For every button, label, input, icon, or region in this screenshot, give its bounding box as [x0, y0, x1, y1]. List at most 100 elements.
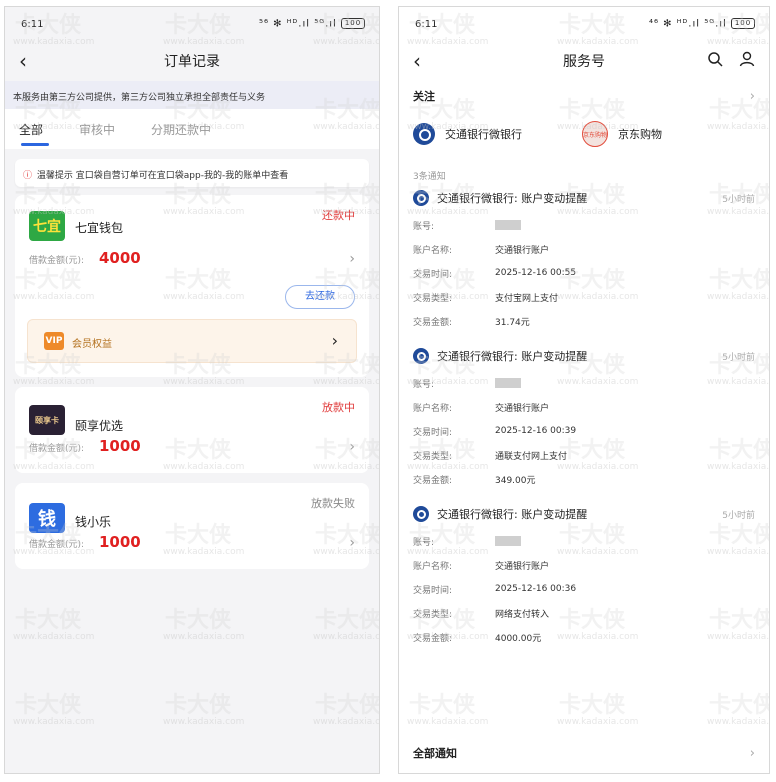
- watermark-text: 卡大侠: [165, 693, 232, 718]
- watermark-url: www.kadaxia.com: [13, 717, 95, 727]
- qiyi-logo-icon: 七宜: [29, 211, 65, 241]
- tab-reviewing[interactable]: 审核中: [79, 109, 115, 149]
- detail-row: 交易类型: 支付宝网上支付: [413, 285, 755, 309]
- field-value: 2025-12-16 00:36: [495, 584, 577, 594]
- repay-button[interactable]: 去还款: [285, 285, 355, 309]
- field-label: 交易时间:: [413, 585, 453, 596]
- field-value: 交通银行账户: [495, 245, 550, 256]
- field-label: 交易类型:: [413, 609, 453, 620]
- message-item[interactable]: 交通银行微银行: 账户变动提醒 5小时前 账号: 账户名称: 交通银行账户 交易时…: [399, 341, 769, 499]
- product-name: 颐享优选: [75, 419, 124, 433]
- message-list: 交通银行微银行: 账户变动提醒 5小时前 账号: 账户名称: 交通银行账户 交易时…: [399, 183, 769, 649]
- chevron-right-icon[interactable]: ›: [349, 439, 355, 455]
- field-value: 交通银行账户: [495, 403, 550, 414]
- watermark-text: 卡大侠: [15, 772, 81, 773]
- order-status: 放款中: [322, 401, 355, 414]
- nav-actions: [707, 51, 755, 71]
- service-account-screen: 6:11 ⁴⁶ ✻ ᴴᴰ.ıl ⁵ᴳ.ıl 100 ‹ 服务号 关注 › 交通银…: [398, 6, 770, 774]
- message-header: 交通银行微银行: 账户变动提醒: [413, 499, 755, 529]
- message-item[interactable]: 交通银行微银行: 账户变动提醒 5小时前 账号: 账户名称: 交通银行账户 交易时…: [399, 499, 769, 649]
- field-label: 交易类型:: [413, 293, 453, 304]
- signal-icons: ⁴⁶ ✻ ᴴᴰ.ıl ⁵ᴳ.ıl: [648, 18, 727, 30]
- order-card-qiyi[interactable]: 七宜 七宜钱包 还款中 借款金额(元): 4000 › 去还款 VIP 会员权益…: [15, 195, 369, 377]
- order-card-qianxiaole[interactable]: 钱 钱小乐 放款失败 借款金额(元): 1000 ›: [15, 483, 369, 569]
- loan-amount-label: 借款金额(元):: [29, 444, 85, 454]
- detail-row: 交易时间: 2025-12-16 00:36: [413, 577, 755, 601]
- order-status: 放款失败: [311, 497, 355, 510]
- search-icon[interactable]: [707, 51, 723, 71]
- yixiang-logo-icon: 颐享卡: [29, 405, 65, 435]
- order-card-yixiang[interactable]: 颐享卡 颐享优选 放款中 借款金额(元): 1000 ›: [15, 387, 369, 473]
- watermark-text: 卡大侠: [315, 693, 379, 718]
- bocom-logo-icon: [413, 348, 429, 364]
- vip-benefits-label: 会员权益: [72, 339, 112, 350]
- detail-row: 交易金额: 4000.00元: [413, 625, 755, 649]
- chevron-right-icon: ›: [749, 745, 755, 761]
- message-title: 交通银行微银行: 账户变动提醒: [437, 192, 588, 205]
- detail-row: 账户名称: 交通银行账户: [413, 237, 755, 261]
- signal-icons: ⁵⁶ ✻ ᴴᴰ.ıl ⁵ᴳ.ıl: [258, 18, 337, 30]
- status-time: 6:11: [21, 18, 44, 30]
- back-arrow-icon[interactable]: ‹: [19, 49, 27, 73]
- account-row: 账号:: [413, 529, 755, 553]
- chevron-right-icon: ›: [749, 88, 755, 104]
- follow-title: 关注: [413, 90, 435, 103]
- follow-section: 关注 › 交通银行微银行 京东购物 京东购物: [399, 81, 769, 157]
- watermark-text: 卡大侠: [15, 608, 82, 633]
- chevron-right-icon[interactable]: ›: [349, 535, 355, 551]
- follow-header[interactable]: 关注 ›: [413, 81, 755, 111]
- battery-icon: 100: [731, 18, 755, 30]
- info-icon: ⓘ: [23, 171, 33, 181]
- message-item[interactable]: 交通银行微银行: 账户变动提醒 5小时前 账号: 账户名称: 交通银行账户 交易时…: [399, 183, 769, 341]
- all-notifications-link[interactable]: 全部通知 ›: [399, 745, 769, 761]
- follow-item-bocom[interactable]: 交通银行微银行: [413, 123, 522, 145]
- messages-count: 3条通知: [413, 172, 446, 182]
- field-value: 31.74元: [495, 317, 530, 328]
- vip-benefits-row[interactable]: VIP 会员权益 ›: [27, 319, 357, 363]
- field-label: 账户名称:: [413, 403, 453, 414]
- follow-item-jd[interactable]: 京东购物 京东购物: [582, 121, 662, 147]
- watermark-text: 卡大侠: [409, 772, 475, 773]
- detail-row: 交易类型: 网络支付转入: [413, 601, 755, 625]
- watermark-url: www.kadaxia.com: [707, 717, 769, 727]
- vip-icon: VIP: [44, 332, 64, 350]
- masked-account: [495, 536, 521, 546]
- field-label: 交易金额:: [413, 317, 453, 328]
- watermark-text: 卡大侠: [15, 693, 82, 718]
- field-value: 2025-12-16 00:55: [495, 268, 577, 278]
- message-time: 5小时前: [722, 195, 755, 205]
- loan-amount-label: 借款金额(元):: [29, 256, 85, 266]
- detail-row: 账户名称: 交通银行账户: [413, 395, 755, 419]
- message-time: 5小时前: [722, 511, 755, 521]
- account-row: 账号:: [413, 371, 755, 395]
- nav-bar: ‹ 订单记录: [5, 41, 379, 81]
- detail-row: 交易时间: 2025-12-16 00:55: [413, 261, 755, 285]
- follow-item-label: 交通银行微银行: [445, 128, 522, 141]
- message-title: 交通银行微银行: 账户变动提醒: [437, 350, 588, 363]
- watermark-text: 卡大侠: [709, 772, 769, 773]
- chevron-right-icon[interactable]: ›: [349, 251, 355, 267]
- tip-banner: ⓘ 温馨提示 宜口袋自营订单可在宜口袋app-我的-我的账单中查看: [15, 159, 369, 187]
- field-label: 账户名称:: [413, 561, 453, 572]
- order-records-screen: 6:11 ⁵⁶ ✻ ᴴᴰ.ıl ⁵ᴳ.ıl 100 ‹ 订单记录 本服务由第三方…: [4, 6, 380, 774]
- detail-row: 交易时间: 2025-12-16 00:39: [413, 419, 755, 443]
- qianxiaole-logo-icon: 钱: [29, 503, 65, 533]
- field-label: 交易金额:: [413, 633, 453, 644]
- detail-row: 交易类型: 通联支付网上支付: [413, 443, 755, 467]
- message-time: 5小时前: [722, 353, 755, 363]
- field-value: 网络支付转入: [495, 609, 550, 620]
- user-icon[interactable]: [739, 51, 755, 71]
- account-row: 账号:: [413, 213, 755, 237]
- tab-installment[interactable]: 分期还款中: [151, 109, 211, 149]
- field-label: 交易时间:: [413, 269, 453, 280]
- watermark-text: 卡大侠: [559, 693, 626, 718]
- chevron-right-icon: ›: [331, 331, 338, 350]
- follow-list: 交通银行微银行 京东购物 京东购物: [413, 111, 755, 157]
- status-bar: 6:11 ⁴⁶ ✻ ᴴᴰ.ıl ⁵ᴳ.ıl 100: [399, 7, 769, 41]
- field-label: 交易金额:: [413, 475, 453, 486]
- order-tabs: 全部 审核中 分期还款中: [5, 109, 379, 149]
- field-value: 2025-12-16 00:39: [495, 426, 577, 436]
- tab-all[interactable]: 全部: [19, 109, 50, 149]
- back-arrow-icon[interactable]: ‹: [413, 49, 421, 73]
- field-label: 交易时间:: [413, 427, 453, 438]
